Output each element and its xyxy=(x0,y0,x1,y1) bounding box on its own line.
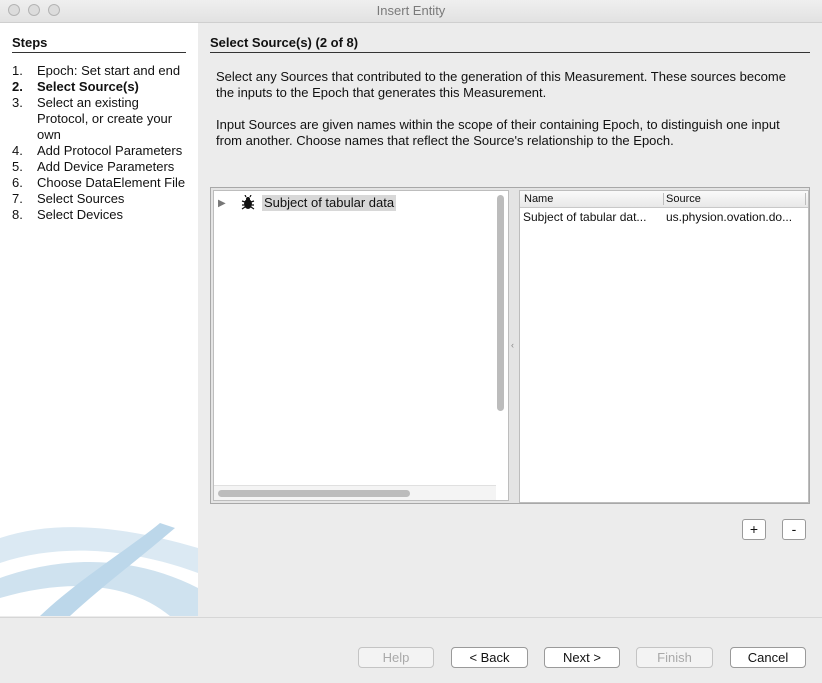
source-selection-panel: ▶ Subject of tabular data ‹ Name Source … xyxy=(210,187,810,504)
tree-item-label[interactable]: Subject of tabular data xyxy=(262,195,397,211)
step-item: 5. Add Device Parameters xyxy=(12,159,175,174)
next-button[interactable]: Next > xyxy=(544,647,620,668)
horizontal-scroll-track xyxy=(214,485,496,500)
steps-list: 1. Epoch: Set start and end 2. Select Sour… xyxy=(12,63,192,223)
back-button[interactable]: < Back xyxy=(451,647,528,668)
inputs-table[interactable]: Name Source Subject of tabular dat... us… xyxy=(519,190,809,503)
horizontal-scrollbar[interactable] xyxy=(218,490,410,497)
source-tree[interactable]: ▶ Subject of tabular data xyxy=(213,190,509,501)
page-title: Select Source(s) (2 of 8) xyxy=(210,35,810,53)
steps-header: Steps xyxy=(12,35,186,53)
vertical-scrollbar[interactable] xyxy=(497,195,504,411)
step-item: 8. Select Devices xyxy=(12,207,123,222)
add-button[interactable]: + xyxy=(742,519,766,540)
step-item: 7. Select Sources xyxy=(12,191,125,206)
split-divider-handle[interactable]: ‹ xyxy=(511,340,516,350)
description: Select any Sources that contributed to t… xyxy=(216,69,806,165)
finish-button[interactable]: Finish xyxy=(636,647,713,668)
window-title: Insert Entity xyxy=(376,3,446,18)
table-cell-source[interactable]: us.physion.ovation.do... xyxy=(666,210,792,225)
description-paragraph: Select any Sources that contributed to t… xyxy=(216,69,786,100)
description-paragraph: Input Sources are given names within the… xyxy=(216,117,780,148)
tree-item[interactable]: ▶ Subject of tabular data xyxy=(218,194,397,212)
steps-panel: Steps 1. Epoch: Set start and end 2. Selec… xyxy=(0,23,198,616)
title-bar: Insert Entity xyxy=(0,0,822,23)
step-item: 6. Choose DataElement File xyxy=(12,175,186,190)
step-item-active: 2. Select Source(s) xyxy=(12,79,139,94)
column-divider[interactable] xyxy=(805,193,806,205)
expand-arrow-icon[interactable]: ▶ xyxy=(218,198,230,209)
footer-divider xyxy=(0,617,822,618)
bug-icon xyxy=(241,195,255,210)
decorative-swoosh-image xyxy=(0,523,198,616)
remove-button[interactable]: - xyxy=(782,519,806,540)
step-item: 4. Add Protocol Parameters xyxy=(12,143,183,158)
cancel-button[interactable]: Cancel xyxy=(730,647,806,668)
column-header-source[interactable]: Source xyxy=(666,192,701,206)
step-item: 1. Epoch: Set start and end xyxy=(12,63,181,78)
column-header-name[interactable]: Name xyxy=(524,192,553,206)
help-button[interactable]: Help xyxy=(358,647,434,668)
column-divider[interactable] xyxy=(663,193,664,205)
step-item: 3. Select an existing Protocol, or create… xyxy=(12,95,173,142)
table-header: Name Source xyxy=(520,191,808,208)
table-cell-name[interactable]: Subject of tabular dat... xyxy=(523,210,646,225)
